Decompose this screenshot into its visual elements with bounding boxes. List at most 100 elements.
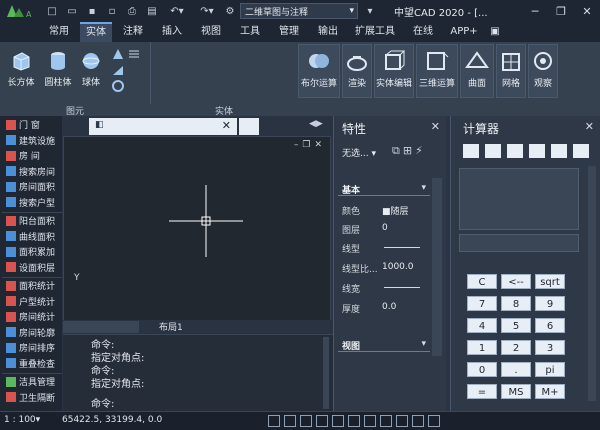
sidebar-item[interactable]: 门 窗: [6, 118, 40, 131]
customize-icon[interactable]: ▾: [364, 0, 376, 22]
document-tab-active[interactable]: ◧ ✕: [89, 118, 237, 135]
model-space-icon[interactable]: [396, 415, 408, 427]
surface-button[interactable]: 曲面: [460, 44, 494, 98]
sidebar-item[interactable]: 面积统计: [6, 279, 55, 292]
calc-button[interactable]: 3: [535, 340, 565, 355]
menu-home[interactable]: 常用: [44, 22, 74, 42]
workspace-switch-icon[interactable]: [428, 415, 440, 427]
prop-value-linetype-scale[interactable]: 1000.0: [382, 262, 414, 272]
calc-button[interactable]: 4: [467, 318, 497, 333]
menu-extensions[interactable]: 扩展工具: [350, 22, 400, 42]
sidebar-item[interactable]: 房间统计: [6, 310, 55, 323]
box-button[interactable]: 长方体: [6, 50, 36, 88]
otrack-icon[interactable]: [348, 415, 360, 427]
3d-ops-button[interactable]: 三维运算: [416, 44, 458, 98]
sidebar-item[interactable]: 卫生隔断: [6, 391, 55, 404]
new-tab-icon[interactable]: [239, 118, 259, 135]
sidebar-item[interactable]: 户型统计: [6, 295, 55, 308]
command-scrollbar[interactable]: [323, 337, 329, 409]
command-line[interactable]: 命令: 指定对角点: 命令: 指定对角点: 命令:: [63, 334, 333, 411]
calc-button[interactable]: C: [467, 274, 497, 289]
calc-button[interactable]: .: [501, 362, 531, 377]
sidebar-item[interactable]: 建筑设施: [6, 134, 55, 147]
minimize-icon[interactable]: ─: [522, 0, 548, 22]
menu-online[interactable]: 在线: [408, 22, 438, 42]
get-coords-icon[interactable]: [507, 144, 523, 158]
ortho-icon[interactable]: [300, 415, 312, 427]
model-tab[interactable]: [63, 321, 139, 333]
polar-icon[interactable]: [316, 415, 328, 427]
ribbon-toggle-icon[interactable]: ▣: [488, 22, 502, 42]
annotation-scale[interactable]: 1 : 100▾: [4, 415, 40, 425]
boolean-button[interactable]: 布尔运算: [298, 44, 340, 98]
prop-value-layer[interactable]: 0: [382, 223, 388, 233]
sidebar-item[interactable]: 房间轮廓: [6, 326, 55, 339]
sidebar-item[interactable]: 重叠检查: [6, 357, 55, 370]
calc-button[interactable]: 7: [467, 296, 497, 311]
mesh-button[interactable]: 网格: [496, 44, 526, 98]
selection-dropdown[interactable]: 无选... ▾: [342, 146, 376, 159]
calc-button[interactable]: 9: [535, 296, 565, 311]
undo-icon[interactable]: ↶▾: [166, 0, 188, 22]
properties-scrollbar[interactable]: [432, 178, 442, 356]
sidebar-item[interactable]: 搜索房间: [6, 165, 55, 178]
workspace-select[interactable]: 二维草图与注释 ▾: [240, 3, 358, 19]
properties-close-icon[interactable]: ✕: [431, 120, 440, 133]
cone-icon[interactable]: [112, 48, 124, 60]
menu-view[interactable]: 视图: [196, 22, 226, 42]
saveas-icon[interactable]: ▫: [104, 0, 120, 22]
menu-tools[interactable]: 工具: [235, 22, 265, 42]
restore-icon[interactable]: ❐: [548, 0, 574, 22]
sidebar-item[interactable]: 面积累加: [6, 245, 55, 258]
linetype-sample[interactable]: [384, 247, 420, 248]
render-button[interactable]: 渲染: [342, 44, 372, 98]
calc-button[interactable]: M+: [535, 384, 565, 399]
close-icon[interactable]: ✕: [574, 0, 600, 22]
sidebar-item[interactable]: 设面积层: [6, 261, 55, 274]
cylinder-button[interactable]: 圆柱体: [42, 50, 74, 88]
sidebar-item[interactable]: 阳台面积: [6, 214, 55, 227]
history-icon[interactable]: [485, 144, 501, 158]
menu-manage[interactable]: 管理: [274, 22, 304, 42]
calc-button[interactable]: =: [467, 384, 497, 399]
prop-value-color[interactable]: ■随层: [382, 204, 409, 217]
tab-close-icon[interactable]: ✕: [222, 119, 231, 132]
sidebar-item[interactable]: 洁具管理: [6, 375, 55, 388]
grid-icon[interactable]: [268, 415, 280, 427]
menu-app-plus[interactable]: APP+: [446, 22, 482, 42]
torus-icon[interactable]: [112, 80, 124, 92]
save-icon[interactable]: ▪: [84, 0, 100, 22]
dynamic-input-icon[interactable]: [380, 415, 392, 427]
calc-button[interactable]: <--: [501, 274, 531, 289]
redo-icon[interactable]: ↷▾: [196, 0, 218, 22]
print-icon[interactable]: ⎙: [124, 0, 140, 22]
calc-button[interactable]: 8: [501, 296, 531, 311]
calc-button[interactable]: 1: [467, 340, 497, 355]
section-view-header[interactable]: 视图 ▾: [338, 338, 430, 352]
snap-icon[interactable]: [284, 415, 296, 427]
command-prompt[interactable]: 命令:: [91, 395, 114, 410]
sidebar-item[interactable]: 曲线面积: [6, 230, 55, 243]
calc-button[interactable]: MS: [501, 384, 531, 399]
quick-select-icon[interactable]: ⧉⊞⚡: [392, 144, 426, 158]
calculator-input[interactable]: [459, 234, 579, 252]
calculator-scrollbar[interactable]: [588, 166, 596, 401]
more-primitives-icon[interactable]: [128, 48, 140, 60]
angle-icon[interactable]: [573, 144, 589, 158]
pick-point-icon[interactable]: [529, 144, 545, 158]
menu-solid[interactable]: 实体: [80, 22, 112, 42]
new-icon[interactable]: □: [44, 0, 60, 22]
drawing-canvas[interactable]: –❐✕ Y: [63, 136, 331, 322]
clear-icon[interactable]: [463, 144, 479, 158]
solid-edit-button[interactable]: 实体编辑: [374, 44, 414, 98]
calc-button[interactable]: pi: [535, 362, 565, 377]
calc-button[interactable]: sqrt: [535, 274, 565, 289]
menu-insert[interactable]: 插入: [157, 22, 187, 42]
layout-tab[interactable]: 布局1: [159, 320, 183, 333]
distance-icon[interactable]: [551, 144, 567, 158]
prop-value-thickness[interactable]: 0.0: [382, 302, 396, 312]
section-basic-header[interactable]: 基本 ▾: [338, 182, 430, 196]
wedge-icon[interactable]: [112, 64, 124, 76]
calc-button[interactable]: 2: [501, 340, 531, 355]
open-icon[interactable]: ▭: [64, 0, 80, 22]
